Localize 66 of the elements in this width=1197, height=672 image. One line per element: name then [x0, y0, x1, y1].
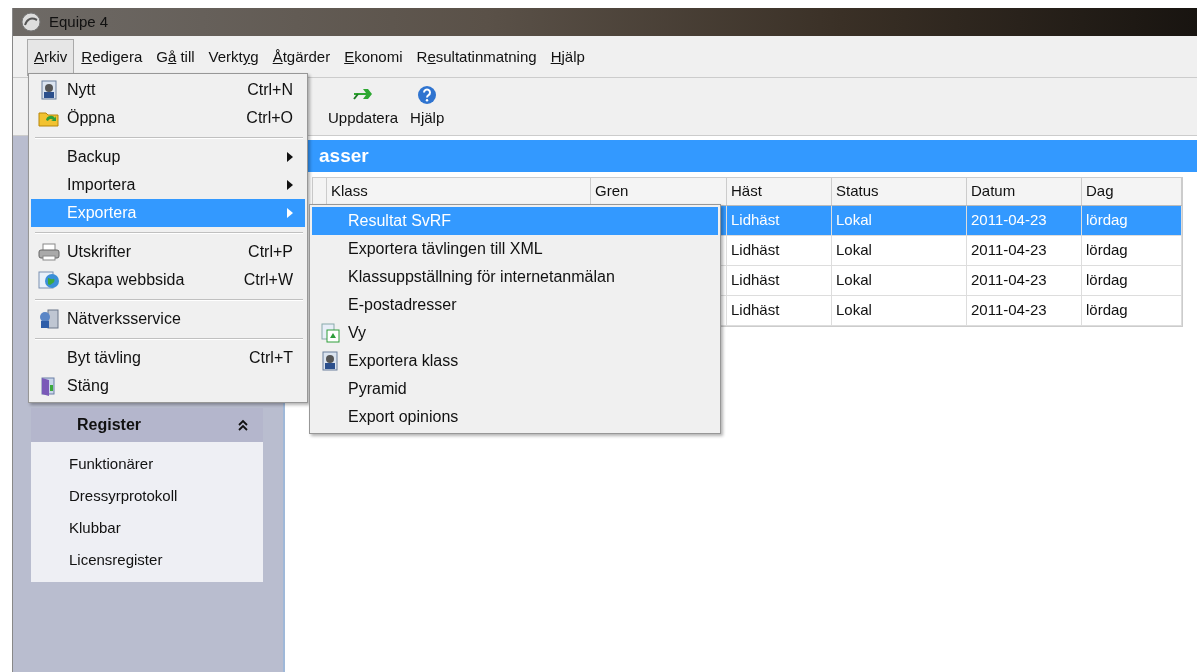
window-title: Equipe 4: [49, 11, 109, 32]
menu-bar-item[interactable]: Redigera: [74, 39, 150, 76]
table-cell-text: Lidhäst: [731, 300, 780, 321]
menu-item[interactable]: Skapa webbsida Ctrl+W: [31, 266, 305, 294]
panel-title: Register: [77, 415, 142, 435]
table-cell-text: lördag: [1086, 270, 1128, 291]
column-header[interactable]: Datum: [967, 178, 1082, 205]
shortcut-label: Ctrl+W: [243, 270, 293, 290]
menu-bar-item[interactable]: Verktyg: [201, 39, 266, 76]
table-cell-text: lördag: [1086, 300, 1128, 321]
register-link[interactable]: Licensregister: [69, 548, 263, 572]
app-logo-icon: [21, 12, 41, 32]
menu-item[interactable]: Stäng: [31, 372, 305, 400]
shortcut-label: Ctrl+P: [248, 242, 293, 262]
menu-item[interactable]: Importera: [31, 171, 305, 199]
table-cell-text: 2011-04-23: [971, 240, 1047, 261]
table-cell-text: Lokal: [836, 300, 872, 321]
table-cell-text: lördag: [1086, 210, 1128, 231]
toolbar-button[interactable]: Hjälp: [407, 84, 448, 129]
globe-icon: [38, 270, 60, 290]
menu-item[interactable]: Nätverksservice: [31, 305, 305, 333]
submenu-item[interactable]: Exportera klass: [312, 347, 718, 375]
register-link[interactable]: Klubbar: [69, 516, 263, 540]
table-cell-text: Lokal: [836, 270, 872, 291]
printer-icon: [38, 242, 60, 262]
column-header[interactable]: Status: [832, 178, 967, 205]
column-header[interactable]: Häst: [727, 178, 832, 205]
person-icon: [39, 80, 59, 100]
document-arrow-icon: [320, 323, 340, 343]
table-cell-text: lördag: [1086, 240, 1128, 261]
table-cell-text: Lokal: [836, 240, 872, 261]
menu-item[interactable]: Backup: [31, 143, 305, 171]
table-cell-text: Lokal: [836, 210, 872, 231]
register-link[interactable]: Funktionärer: [69, 452, 263, 476]
table-cell-text: Lidhäst: [731, 240, 780, 261]
shortcut-label: Ctrl+O: [246, 108, 293, 128]
toolbar-button[interactable]: Uppdatera: [325, 84, 402, 129]
section-title: asser: [319, 143, 369, 168]
submenu-item[interactable]: Pyramid: [312, 375, 718, 403]
table-cell-text: 2011-04-23: [971, 210, 1047, 231]
shortcut-label: Ctrl+N: [247, 80, 293, 100]
panel-header[interactable]: Register: [31, 408, 263, 442]
menu-item[interactable]: Utskrifter Ctrl+P: [31, 238, 305, 266]
menu-bar-item[interactable]: Resultatinmatning: [409, 39, 544, 76]
menu-item[interactable]: Nytt Ctrl+N: [31, 76, 305, 104]
menu-bar-item[interactable]: Gå till: [149, 39, 202, 76]
menu-bar-item[interactable]: Hjälp: [543, 39, 592, 76]
table-cell-text: Lidhäst: [731, 210, 780, 231]
menu-bar-item[interactable]: Arkiv: [27, 39, 75, 76]
menu-item[interactable]: Byt tävling Ctrl+T: [31, 344, 305, 372]
submenu-item[interactable]: Exportera tävlingen till XML: [312, 235, 718, 263]
table-cell-text: 2011-04-23: [971, 300, 1047, 321]
register-link[interactable]: Dressyrprotokoll: [69, 484, 263, 508]
submenu-item[interactable]: Klassuppställning för internetanmälan: [312, 263, 718, 291]
menu-item[interactable]: Öppna Ctrl+O: [31, 104, 305, 132]
menu-bar-item[interactable]: Åtgärder: [265, 39, 338, 76]
column-header[interactable]: Dag: [1082, 178, 1182, 205]
table-cell-text: Lidhäst: [731, 270, 780, 291]
server-icon: [38, 308, 60, 330]
collapse-chevron-icon[interactable]: [237, 419, 249, 431]
submenu-item[interactable]: Export opinions: [312, 403, 718, 431]
menu-bar-item[interactable]: Ekonomi: [337, 39, 410, 76]
shortcut-label: Ctrl+T: [249, 348, 293, 368]
help-icon: [417, 84, 438, 105]
table-cell-text: 2011-04-23: [971, 270, 1047, 291]
person-icon: [320, 351, 340, 371]
